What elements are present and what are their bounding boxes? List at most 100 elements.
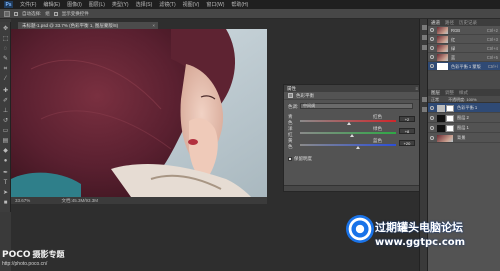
tab-paths[interactable]: 路径 [445,19,454,26]
channel-name: 色彩平衡 1 蒙版 [451,64,481,69]
tab-history[interactable]: 历史记录 [459,19,477,26]
menu-edit[interactable]: 编辑(E) [43,1,60,8]
auto-select-checkbox[interactable] [14,11,18,16]
slider-value-field[interactable]: +20 [399,140,415,146]
tab-adjustments[interactable]: 调整 [445,89,454,96]
show-transform-checkbox[interactable] [53,11,58,16]
marquee-icon[interactable]: ⬚ [2,36,9,43]
healing-icon[interactable]: ✚ [2,88,9,95]
menu-filter[interactable]: 滤镜(T) [159,1,175,8]
path-select-icon[interactable]: ➤ [2,190,9,197]
menu-image[interactable]: 图像(I) [67,1,82,8]
shape-icon[interactable]: ■ [2,200,9,207]
layer-mask-thumbnail[interactable] [446,105,454,112]
type-icon[interactable]: T [2,180,9,187]
channel-row[interactable]: 红 Ctrl+3 [428,35,500,44]
layer-row[interactable]: 图层 1 [428,123,500,133]
eye-icon[interactable] [430,116,434,120]
eraser-icon[interactable]: ▭ [2,128,9,135]
move-icon[interactable]: ✥ [2,26,9,33]
channel-name: 蓝 [451,55,456,60]
forum-watermark-url: www.ggtpc.com [375,237,466,248]
menu-help[interactable]: 帮助(H) [231,1,248,8]
gradient-icon[interactable]: ▤ [2,138,9,145]
eye-icon[interactable] [430,126,434,130]
channel-row[interactable]: RGB Ctrl+2 [428,26,500,35]
slider-value-field[interactable]: +8 [399,128,415,134]
tone-value: 中间调 [303,103,315,108]
layer-name: 色彩平衡 1 [457,105,478,110]
layer-thumbnail [437,125,445,132]
slider-track[interactable] [300,144,396,146]
eye-icon[interactable] [430,55,434,59]
eye-icon[interactable] [430,46,434,50]
eye-icon[interactable] [430,106,434,110]
history-brush-icon[interactable]: ↺ [2,118,9,125]
layer-mask-thumbnail[interactable] [446,115,454,122]
tab-layers[interactable]: 图层 [431,89,440,96]
opacity-field[interactable]: 不透明度: 100% [448,97,476,102]
layer-row[interactable]: 背景 [428,133,500,143]
options-bar: 自动选择: 组 显示变换控件 [0,9,500,19]
adjust-icon[interactable] [422,107,427,112]
brush-icon[interactable]: ✐ [2,98,9,105]
document-tab[interactable]: 未标题-1.psd @ 33.7% (色彩平衡 1, 图层蒙版/8) × [18,22,158,29]
preserve-luminosity[interactable]: 保留明度 [288,156,312,162]
info-icon[interactable] [422,35,427,40]
auto-select-mode[interactable]: 组 [45,11,50,17]
history-icon[interactable] [422,25,427,30]
menu-select[interactable]: 选择(S) [136,1,153,8]
dodge-icon[interactable]: ● [2,158,9,165]
adjustment-layer-icon [437,105,445,112]
channel-row[interactable]: 色彩平衡 1 蒙版 Ctrl+\ [428,62,500,71]
move-tool-icon[interactable] [4,10,10,17]
blur-icon[interactable]: ◆ [2,148,9,155]
menu-file[interactable]: 文件(F) [20,1,36,8]
blend-mode-select[interactable]: 正常 [431,97,439,102]
slider-group: 青色 红色 +2 洋红 绿色 +8 黄色 蓝色 +20 [284,114,421,150]
menu-layer[interactable]: 图层(L) [89,1,105,8]
channel-row[interactable]: 绿 Ctrl+4 [428,44,500,53]
slider-value-field[interactable]: +2 [399,116,415,122]
menu-view[interactable]: 视图(V) [183,1,200,8]
tone-select[interactable]: 中间调 [300,103,413,109]
layer-row[interactable]: 色彩平衡 1 [428,103,500,113]
channel-name: 红 [451,37,456,42]
preserve-checkbox[interactable] [288,157,292,161]
lasso-icon[interactable]: ◌ [2,46,9,53]
document-canvas[interactable] [11,29,267,197]
slider-track[interactable] [300,132,396,134]
layers-tabs: 图层 调整 样式 [428,89,500,96]
tab-channels[interactable]: 通道 [431,19,440,26]
brush-preset-icon[interactable] [422,45,427,50]
quick-select-icon[interactable]: ✎ [2,56,9,63]
properties-panel-header[interactable]: 属性 ≡ [284,85,421,92]
tab-styles[interactable]: 样式 [459,89,468,96]
forum-logo-icon [346,215,374,243]
layer-name: 背景 [457,135,466,140]
eye-icon[interactable] [430,28,434,32]
stamp-icon[interactable]: ⊥ [2,108,9,115]
close-icon[interactable]: × [152,22,155,29]
layer-list: 色彩平衡 1 图层 2 图层 1 背景 [428,103,500,143]
color-balance-icon [288,93,293,98]
menu-window[interactable]: 窗口(W) [206,1,224,8]
layer-mask-thumbnail[interactable] [446,125,454,132]
eye-icon[interactable] [430,37,434,41]
layer-row[interactable]: 图层 2 [428,113,500,123]
channel-row[interactable]: 蓝 Ctrl+5 [428,53,500,62]
eye-icon[interactable] [430,136,434,140]
properties-icon[interactable] [422,97,427,102]
slider-thumb[interactable] [346,122,351,125]
slider-thumb[interactable] [355,146,360,149]
menu-type[interactable]: 类型(Y) [112,1,129,8]
eyedropper-icon[interactable]: ⁄ [2,76,9,83]
crop-icon[interactable]: ⌗ [2,66,9,73]
pen-icon[interactable]: ✒ [2,170,9,177]
zoom-level[interactable]: 33.67% [15,198,30,203]
panel-title: 属性 [287,86,296,91]
panel-menu-icon[interactable]: ≡ [415,85,418,92]
poco-subtitle: 摄影专题 [32,250,65,259]
eye-icon[interactable] [430,64,434,68]
slider-thumb[interactable] [349,134,354,137]
